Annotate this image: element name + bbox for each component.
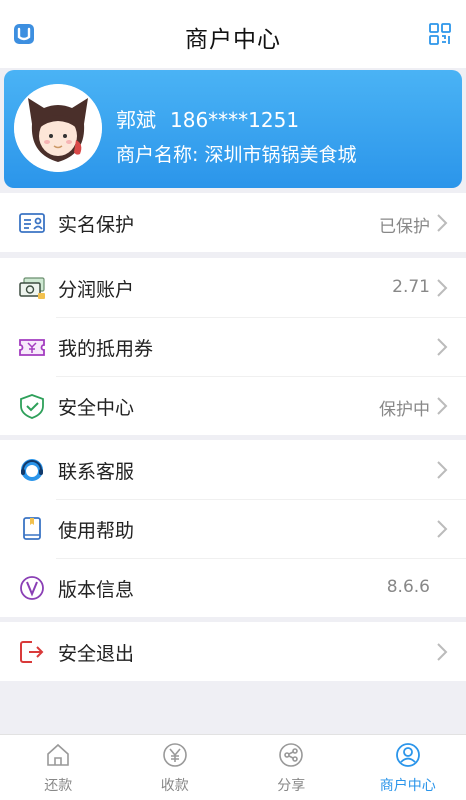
menu-item-real-name-protection[interactable]: 实名保护 已保护 xyxy=(0,193,466,252)
chevron-right-icon xyxy=(437,279,448,297)
menu-item-security-center[interactable]: 安全中心 保护中 xyxy=(0,376,466,435)
bottom-tab-bar: 还款 收款 分享 商户中心 xyxy=(0,734,466,800)
version-icon xyxy=(20,576,44,600)
menu-item-help[interactable]: 使用帮助 xyxy=(0,499,466,558)
shield-icon xyxy=(20,394,44,419)
tab-label: 收款 xyxy=(160,778,189,794)
menu-label: 版本信息 xyxy=(58,579,135,601)
menu-label: 安全退出 xyxy=(58,643,135,665)
money-icon xyxy=(19,277,45,299)
chevron-right-icon xyxy=(437,643,448,661)
menu-group-logout: 安全退出 xyxy=(0,622,466,681)
tab-label: 商户中心 xyxy=(379,778,436,794)
yen-icon xyxy=(162,743,187,767)
menu-label: 安全中心 xyxy=(58,397,135,419)
menu-group-account: 分润账户 2.71 我的抵用券 安全中心 保护中 xyxy=(0,258,466,435)
menu-label: 分润账户 xyxy=(58,279,135,301)
menu-label: 我的抵用券 xyxy=(58,338,154,360)
share-icon xyxy=(279,743,304,767)
logout-icon xyxy=(20,641,44,663)
tab-collect[interactable]: 收款 xyxy=(117,735,234,800)
tab-merchant-center[interactable]: 商户中心 xyxy=(350,735,466,800)
menu-group-support: 联系客服 使用帮助 版本信息 8.6.6 xyxy=(0,440,466,617)
profile-card[interactable]: 郭斌 186****1251 商户名称: 深圳市锅锅美食城 xyxy=(4,70,462,188)
page-title: 商户中心 xyxy=(185,27,281,53)
merchant-info-line: 商户名称: 深圳市锅锅美食城 xyxy=(116,140,356,167)
qr-code-icon[interactable] xyxy=(428,22,452,46)
menu-item-profit-account[interactable]: 分润账户 2.71 xyxy=(0,258,466,317)
menu-value: 保护中 xyxy=(379,400,430,420)
tab-repayment[interactable]: 还款 xyxy=(0,735,117,800)
menu-value: 2.71 xyxy=(392,277,430,297)
help-book-icon xyxy=(23,517,41,540)
menu-value: 已保护 xyxy=(379,217,430,237)
menu-label: 联系客服 xyxy=(58,461,135,483)
user-phone: 186****1251 xyxy=(170,108,300,132)
user-name: 郭斌 xyxy=(116,108,156,132)
menu-label: 实名保护 xyxy=(58,214,135,236)
menu-group-identity: 实名保护 已保护 xyxy=(0,193,466,252)
chevron-right-icon xyxy=(437,397,448,415)
merchant-name: 深圳市锅锅美食城 xyxy=(204,144,357,166)
menu-value: 8.6.6 xyxy=(386,577,430,597)
user-icon xyxy=(395,743,420,767)
menu-label: 使用帮助 xyxy=(58,520,135,542)
chevron-right-icon xyxy=(437,338,448,356)
chevron-right-icon xyxy=(437,214,448,232)
menu-item-my-coupons[interactable]: 我的抵用券 xyxy=(0,317,466,376)
menu-item-logout[interactable]: 安全退出 xyxy=(0,622,466,681)
tab-label: 还款 xyxy=(44,778,73,794)
tab-share[interactable]: 分享 xyxy=(233,735,350,800)
customer-service-icon xyxy=(21,459,43,481)
home-icon xyxy=(47,743,70,766)
tab-label: 分享 xyxy=(277,778,306,794)
merchant-label: 商户名称: xyxy=(116,144,199,166)
top-bar: 商户中心 xyxy=(0,0,466,68)
menu-item-contact-service[interactable]: 联系客服 xyxy=(0,440,466,499)
user-info-line: 郭斌 186****1251 xyxy=(116,104,299,133)
menu-item-version-info[interactable]: 版本信息 8.6.6 xyxy=(0,558,466,617)
coupon-icon xyxy=(19,339,45,356)
avatar xyxy=(14,84,102,172)
chevron-right-icon xyxy=(437,520,448,538)
chevron-right-icon xyxy=(437,461,448,479)
id-card-icon xyxy=(19,213,45,233)
